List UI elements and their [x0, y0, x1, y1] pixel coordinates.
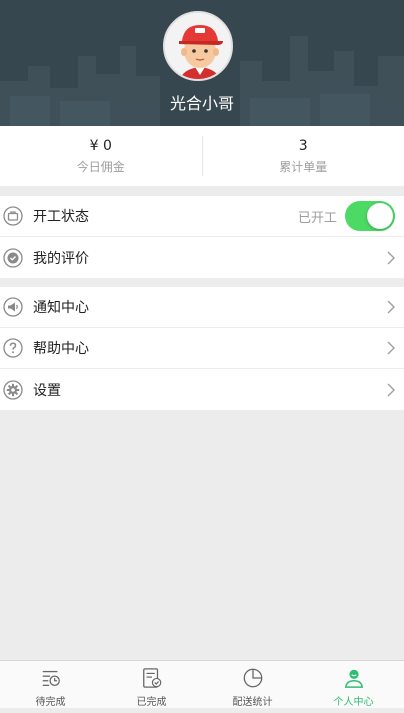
orders-value: 3: [298, 138, 308, 154]
pending-list-icon: [42, 670, 60, 686]
check-badge-icon: [3, 247, 23, 268]
tab-label: 配送统计: [232, 697, 273, 708]
commission-value: ¥ 0: [89, 138, 112, 154]
tab-delivery-stats[interactable]: 配送统计: [202, 661, 303, 708]
commission-label: 今日佣金: [76, 160, 125, 174]
menu-item-help[interactable]: 帮助中心: [0, 328, 404, 369]
toggle-knob: [367, 203, 393, 229]
my-rating-label: 我的评价: [33, 250, 89, 267]
tab-pending[interactable]: 待完成: [0, 661, 101, 708]
username: 光合小哥: [169, 94, 234, 113]
tab-label: 个人中心: [333, 697, 374, 708]
stat-orders[interactable]: 3 累计单量: [201, 136, 404, 176]
work-status-label: 开工状态: [33, 209, 89, 225]
chevron-right-icon: [387, 341, 395, 355]
help-label: 帮助中心: [33, 341, 89, 357]
menu-item-my-rating[interactable]: 我的评价: [0, 237, 404, 278]
tab-profile[interactable]: 个人中心: [303, 661, 404, 708]
menu-group-support: 通知中心 帮助中心 设置: [0, 287, 404, 410]
tab-label: 待完成: [35, 697, 66, 708]
bottom-tab-bar: 待完成 已完成 配送统计 个人中心: [0, 660, 404, 708]
megaphone-icon: [3, 297, 23, 317]
gear-icon: [3, 379, 23, 400]
orders-label: 累计单量: [279, 160, 328, 174]
work-status-toggle[interactable]: [345, 201, 395, 231]
chevron-right-icon: [387, 251, 395, 264]
tab-completed[interactable]: 已完成: [101, 661, 202, 708]
tab-label: 已完成: [136, 697, 167, 708]
chevron-right-icon: [387, 300, 395, 314]
menu-item-work-status: 开工状态 已开工: [0, 196, 404, 237]
menu-group-status: 开工状态 已开工 我的评价: [0, 196, 404, 278]
question-icon: [3, 338, 23, 358]
briefcase-icon: [3, 206, 23, 226]
pie-chart-icon: [243, 668, 262, 688]
completed-list-icon: [142, 668, 161, 688]
work-status-text: 已开工: [297, 210, 337, 226]
settings-label: 设置: [33, 382, 61, 399]
bottom-safe-area: [0, 708, 404, 713]
avatar[interactable]: [163, 11, 233, 81]
profile-header: 光合小哥: [0, 0, 404, 126]
notifications-label: 通知中心: [33, 300, 89, 316]
menu-item-settings[interactable]: 设置: [0, 369, 404, 410]
stats-bar: ¥ 0 今日佣金 3 累计单量: [0, 126, 404, 186]
chevron-right-icon: [387, 383, 395, 396]
menu-item-notifications[interactable]: 通知中心: [0, 287, 404, 328]
person-icon: [344, 669, 363, 688]
stat-commission[interactable]: ¥ 0 今日佣金: [0, 126, 202, 186]
